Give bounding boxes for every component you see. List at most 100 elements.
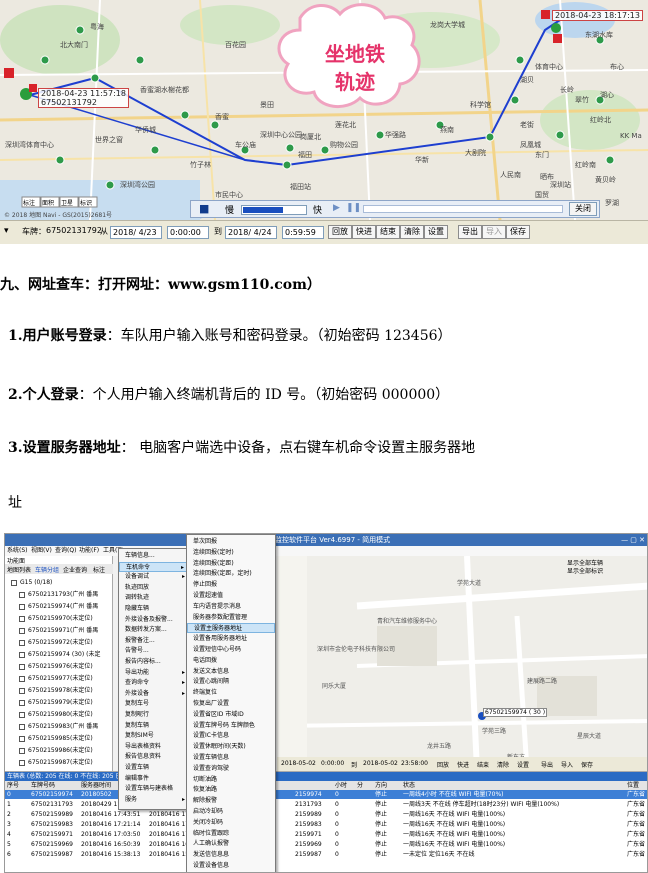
tree-item[interactable]: 67502159970(未定位) [19, 614, 93, 624]
submenu-item[interactable]: 连续回报(定距) [187, 559, 275, 569]
table-row[interactable]: 16750213179320180429 11:30:5920180429 11… [5, 800, 647, 809]
context-menu-item[interactable]: 外接设备及报警... [119, 615, 189, 625]
timebar-from-date[interactable]: 2018-05-02 [281, 760, 316, 767]
submenu-item[interactable]: 停止回报 [187, 580, 275, 590]
context-menu-item[interactable]: 复制SIM号 [119, 731, 189, 741]
col-location[interactable]: 位置 [627, 781, 639, 790]
submenu-item[interactable]: 设置车辆信息 [187, 753, 275, 763]
submenu-item[interactable]: 设置车牌号码 车牌颜色 [187, 721, 275, 731]
context-menu-item[interactable]: 查询命令 ▸ [119, 678, 189, 688]
tab-company-query[interactable]: 企业查询 [63, 565, 87, 574]
submenu-item[interactable]: 设置心跳间隔 [187, 677, 275, 687]
map-sign-button[interactable]: 标识 [80, 198, 92, 207]
table-row[interactable]: 6 67502159987 20180416 15:38:13 20180416 15… [5, 850, 647, 859]
context-menu-item[interactable]: 导出表格资料 [119, 742, 189, 752]
context-menu-item[interactable]: 报告信息资料 [119, 752, 189, 762]
timebar-playback-button[interactable]: 回放 [437, 760, 449, 769]
submenu-item[interactable]: 设置备用服务器地址 [187, 634, 275, 644]
tab-vehicle-group[interactable]: 车辆分组 [35, 565, 59, 574]
context-menu-item[interactable]: 复制昵行 [119, 710, 189, 720]
vehicle-tag[interactable]: 67502159974 ( 30 ) [483, 708, 548, 717]
timebar-to-date[interactable]: 2018-05-02 [363, 760, 398, 767]
context-menu-item[interactable]: 复制车号 [119, 699, 189, 709]
submenu-item[interactable]: 恢复出厂设置 [187, 699, 275, 709]
context-menu-item[interactable]: 复制车辆 [119, 721, 189, 731]
tree-item[interactable]: 67502159985(未定位) [19, 734, 93, 744]
context-menu-item[interactable]: 轨迹回放 [119, 583, 189, 593]
pause-icon[interactable]: ❚❚ [346, 203, 361, 213]
col-status[interactable]: 状态 [403, 781, 415, 790]
submenu-item[interactable]: 恢复油路 [187, 785, 275, 795]
col-minutes[interactable]: 分 [357, 781, 363, 790]
menu-system[interactable]: 系统(S) [7, 546, 28, 556]
context-menu-item[interactable]: 报警备注... [119, 636, 189, 646]
speed-slider[interactable] [241, 205, 307, 215]
window-controls-icon[interactable]: — ▢ ✕ [621, 534, 645, 546]
submenu-item[interactable]: 单次回报 [187, 537, 275, 547]
playback-button[interactable]: 回放 [328, 225, 352, 239]
end-button[interactable]: 结束 [376, 225, 400, 239]
map-satellite-button[interactable]: 卫星 [61, 198, 73, 207]
context-menu-item[interactable]: 隐藏车辆 [119, 604, 189, 614]
close-button[interactable]: 关闭 [569, 202, 597, 216]
context-menu-item[interactable]: 车机命令 ▸ [119, 561, 189, 572]
table-row[interactable]: 3 67502159983 20180416 17:21:14 20180416 17… [5, 820, 647, 829]
context-menu-item[interactable]: 编辑事件 [119, 774, 189, 784]
submenu-item[interactable]: 临时位置跟踪 [187, 829, 275, 839]
context-menu-item[interactable]: 设置车辆与建表格 [119, 784, 189, 794]
submenu-item[interactable]: 车内语音提示消息 [187, 602, 275, 612]
export-button[interactable]: 导出 [458, 225, 482, 239]
timebar-save-button[interactable]: 保存 [581, 760, 593, 769]
from-date-field[interactable]: 2018/ 4/23 [110, 226, 162, 239]
submenu-item[interactable]: 设置短信中心号码 [187, 645, 275, 655]
from-time-field[interactable]: 0:00:00 [167, 226, 209, 239]
table-row[interactable]: 4 67502159971 20180416 17:03:50 20180416 17… [5, 830, 647, 839]
submenu-item[interactable]: 设置主服务器地址 [187, 623, 275, 634]
timebar-clear-button[interactable]: 清除 [497, 760, 509, 769]
tree-item[interactable]: 67502159987(未定位) [19, 758, 93, 768]
tab-map-list[interactable]: 地图列表 [7, 565, 31, 574]
import-button[interactable]: 导入 [482, 225, 506, 239]
col-server-time[interactable]: 服务器时间 [81, 781, 111, 790]
table-row[interactable]: 5 67502159969 20180416 16:50:39 20180416 16… [5, 840, 647, 849]
map-mark-button[interactable]: 标注 [23, 198, 35, 207]
to-time-field[interactable]: 0:59:59 [282, 226, 324, 239]
col-direction[interactable]: 方向 [375, 781, 387, 790]
tree-item[interactable]: 67502159983(广州 番禺 [19, 722, 98, 732]
context-menu-item[interactable]: 服务 ▸ [119, 795, 189, 805]
context-menu-item[interactable]: 车辆信息... [119, 551, 189, 561]
submenu-item[interactable]: 连续回报(定距，定时) [187, 569, 275, 579]
timebar-to-time[interactable]: 23:58:00 [401, 760, 428, 767]
tree-item[interactable]: 67502159974 (30) (未定 [19, 650, 100, 660]
context-menu-item[interactable]: 设备调试 ▸ [119, 572, 189, 582]
submenu-item[interactable]: 发送文本信息 [187, 667, 275, 677]
tree-item[interactable]: 67502159977(未定位) [19, 674, 93, 684]
submenu-item[interactable]: 切断油路 [187, 775, 275, 785]
tree-item[interactable]: 67502159980(未定位) [19, 710, 93, 720]
submenu-item[interactable]: 启动冷却码 [187, 807, 275, 817]
tree-item[interactable]: 67502159986(未定位) [19, 746, 93, 756]
tree-item[interactable]: 67502159974(广州 番禺 [19, 602, 98, 612]
tree-item[interactable]: 67502159971(广州 番禺 [19, 626, 98, 636]
table-row[interactable]: 2 67502159989 20180416 17:43:51 20180416 17… [5, 810, 647, 819]
vehicle-map[interactable]: 学苑大道 青和汽车维修服务中心 深圳市金伦电子科技有限公司 同乐大厦 新东方 学… [277, 556, 647, 770]
col-index[interactable]: 序号 [7, 781, 19, 790]
context-menu-item[interactable]: 外接设备 ▸ [119, 689, 189, 699]
submenu-item[interactable]: 人工确认报警 [187, 839, 275, 849]
context-menu-item[interactable]: 数据转发方案... [119, 625, 189, 635]
save-button[interactable]: 保存 [506, 225, 530, 239]
tree-item[interactable]: 67502131793(广州 番禺 [19, 590, 98, 600]
table-row[interactable]: 0 67502159974 20180502 2159974 0 停止 一周线4小时 不在线… [5, 790, 647, 799]
tab-mark[interactable]: 标注 [93, 565, 105, 574]
tree-item[interactable]: 67502159972(未定位) [19, 638, 93, 648]
col-hours[interactable]: 小时 [335, 781, 347, 790]
context-menu-item[interactable]: 告警号... [119, 646, 189, 656]
submenu-item[interactable]: 关闭冷却码 [187, 818, 275, 828]
fast-forward-button[interactable]: 快进 [352, 225, 376, 239]
submenu-item[interactable]: 解除报警 [187, 796, 275, 806]
context-menu-item[interactable]: 调转轨迹 [119, 593, 189, 603]
tree-item[interactable]: 67502159978(未定位) [19, 686, 93, 696]
tree-item[interactable]: 67502159979(未定位) [19, 698, 93, 708]
submenu-item[interactable]: 终端复位 [187, 688, 275, 698]
context-menu-item[interactable]: 报告内容标... [119, 657, 189, 667]
